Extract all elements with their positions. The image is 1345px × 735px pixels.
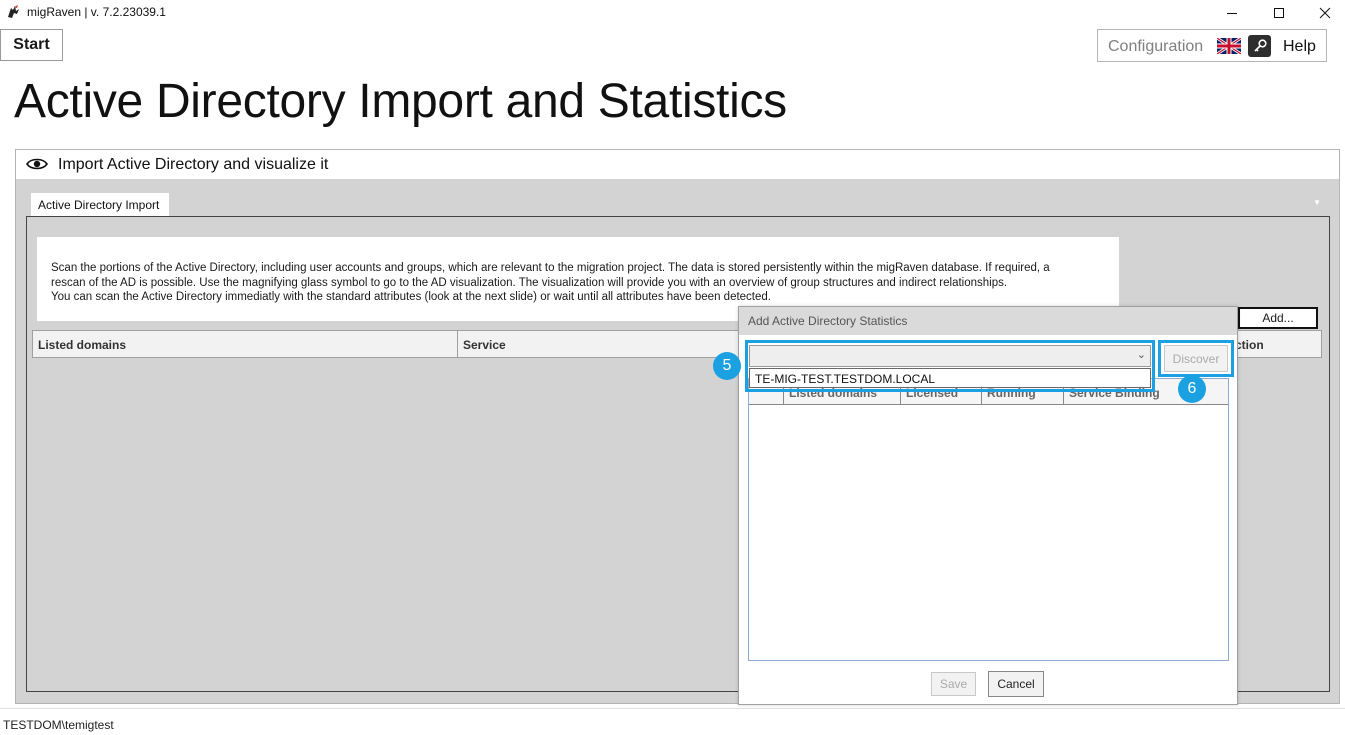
- start-button[interactable]: Start: [0, 29, 63, 61]
- column-header-listed-domains[interactable]: Listed domains: [33, 331, 458, 357]
- info-line: Scan the portions of the Active Director…: [51, 262, 1050, 274]
- app-icon: [8, 5, 19, 18]
- step-badge-6: 6: [1178, 375, 1206, 403]
- window-titlebar: migRaven | v. 7.2.23039.1: [0, 0, 1345, 26]
- help-button[interactable]: Help: [1283, 38, 1316, 56]
- column-header-action[interactable]: ction: [1230, 331, 1323, 357]
- eye-icon: [26, 158, 48, 170]
- dialog-title: Add Active Directory Statistics: [739, 307, 1237, 335]
- add-button[interactable]: Add...: [1238, 307, 1318, 329]
- minimize-icon: [1227, 13, 1237, 14]
- minimize-button[interactable]: [1209, 0, 1255, 26]
- close-icon: [1319, 7, 1331, 19]
- current-user: TESTDOM\temigtest: [3, 718, 114, 732]
- section-title: Import Active Directory and visualize it: [58, 156, 329, 173]
- top-toolbar: Configuration Help: [1097, 29, 1327, 62]
- uk-flag-icon[interactable]: [1217, 38, 1241, 54]
- add-ad-statistics-dialog: Add Active Directory Statistics ⌄ Listed…: [738, 306, 1238, 705]
- dialog-domains-grid: Listed domains Licensed Running Service …: [748, 378, 1229, 661]
- highlight-frame-5: [745, 340, 1155, 392]
- highlight-frame-6: [1158, 340, 1234, 377]
- info-line: rescan of the AD is possible. Use the ma…: [51, 276, 1008, 289]
- page-title: Active Directory Import and Statistics: [14, 75, 787, 128]
- configuration-button[interactable]: Configuration: [1108, 38, 1203, 56]
- info-line: You can scan the Active Directory immedi…: [51, 291, 771, 303]
- collapse-chevron-icon[interactable]: ▼: [1313, 198, 1321, 207]
- cancel-button[interactable]: Cancel: [988, 671, 1044, 697]
- maximize-button[interactable]: [1256, 0, 1302, 26]
- close-button[interactable]: [1302, 0, 1345, 26]
- status-bar: TESTDOM\temigtest: [0, 708, 1345, 735]
- window-title: migRaven | v. 7.2.23039.1: [27, 5, 166, 19]
- maximize-icon: [1274, 8, 1284, 18]
- section-header[interactable]: Import Active Directory and visualize it: [16, 150, 1339, 179]
- column-header-service[interactable]: Service: [458, 331, 758, 357]
- tab-active-directory-import[interactable]: Active Directory Import: [31, 193, 169, 217]
- save-button[interactable]: Save: [931, 672, 976, 696]
- step-badge-5: 5: [713, 352, 741, 380]
- key-icon[interactable]: [1248, 35, 1271, 57]
